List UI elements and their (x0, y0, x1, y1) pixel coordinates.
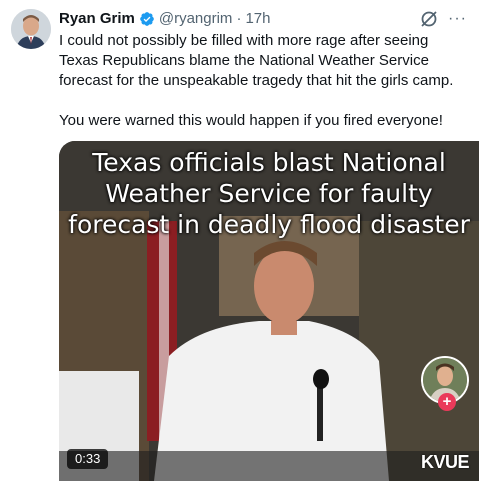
author-name[interactable]: Ryan Grim (59, 9, 135, 29)
verified-badge-icon[interactable] (139, 11, 155, 27)
tweet-text: I could not possibly be filled with more… (59, 32, 454, 129)
author-handle[interactable]: @ryangrim (159, 9, 233, 29)
author-avatar[interactable] (11, 9, 51, 49)
tweet-header: Ryan Grim @ryangrim · 17h ··· (59, 9, 469, 29)
plus-icon[interactable]: + (438, 393, 456, 411)
tweet-timestamp[interactable]: 17h (245, 9, 270, 29)
watermark-logo: KVUE (420, 452, 470, 472)
grok-icon[interactable] (419, 9, 439, 29)
video-player[interactable]: Texas officials blast National Weather S… (59, 141, 479, 481)
author-avatar-image (11, 9, 51, 49)
separator-dot: · (236, 10, 242, 27)
more-icon[interactable]: ··· (448, 9, 467, 29)
video-caption: Texas officials blast National Weather S… (68, 148, 470, 239)
video-duration: 0:33 (67, 449, 109, 469)
